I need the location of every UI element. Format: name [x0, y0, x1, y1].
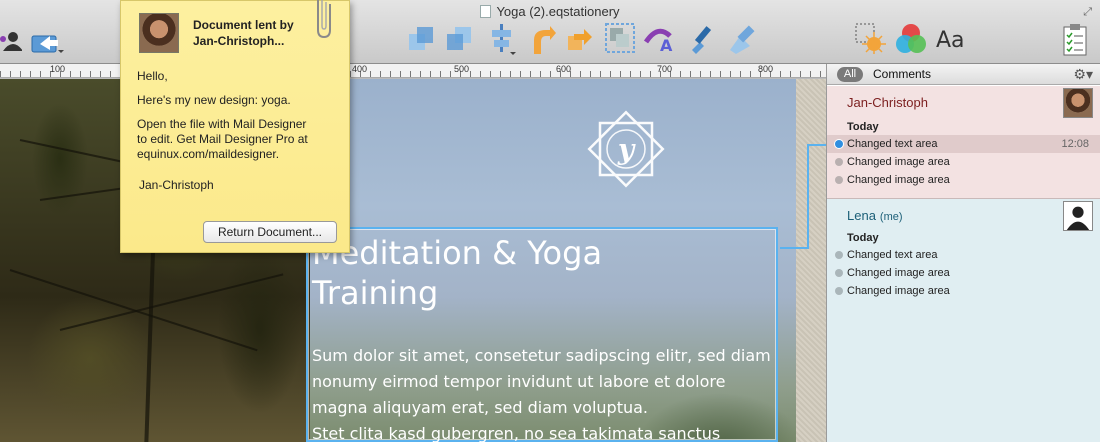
- user-comment-group: Lena (me) Today Changed text area Changed…: [827, 199, 1100, 442]
- change-item[interactable]: Changed text area 12:08: [827, 135, 1100, 153]
- comments-header: All Comments ⚙▾: [827, 64, 1100, 85]
- paperclip-icon: [317, 0, 331, 39]
- brush-icon[interactable]: [688, 22, 716, 54]
- ruler-label: 700: [657, 64, 673, 74]
- colors-icon[interactable]: [894, 22, 928, 56]
- share-icon[interactable]: [30, 30, 64, 54]
- ruler-label: 400: [352, 64, 368, 74]
- user-icon[interactable]: [0, 30, 22, 52]
- change-dot-icon: [835, 269, 843, 277]
- filter-all-button[interactable]: All: [837, 67, 863, 82]
- note-greeting: Hello,: [137, 69, 168, 83]
- headline-text[interactable]: Meditation & Yoga Training: [312, 233, 772, 313]
- checklist-icon[interactable]: [1062, 24, 1088, 56]
- body-line: Stet clita kasd gubergren, no sea takima…: [312, 424, 721, 442]
- change-dot-icon: [835, 158, 843, 166]
- note-line: Open the file with Mail Designer: [137, 117, 307, 131]
- change-dot-icon: [835, 287, 843, 295]
- linen-background: [796, 79, 826, 442]
- ruler-label: 800: [758, 64, 774, 74]
- body-line: Sum dolor sit amet, consetetur sadipscin…: [312, 346, 771, 365]
- ruler-label: 100: [50, 64, 66, 74]
- user-silhouette-icon: [1063, 201, 1093, 231]
- day-label: Today: [847, 121, 879, 133]
- change-item[interactable]: Changed text area: [827, 246, 1100, 264]
- note-line: to edit. Get Mail Designer Pro at: [137, 132, 308, 146]
- body-text[interactable]: Sum dolor sit amet, consetetur sadipscin…: [312, 343, 772, 442]
- user-name: Jan-Christoph: [847, 95, 928, 110]
- comments-sidebar: All Comments ⚙▾ Jan-Christoph Today Chan…: [826, 64, 1100, 442]
- rotate-icon[interactable]: [528, 24, 556, 56]
- lender-avatar: [139, 13, 179, 53]
- svg-text:A: A: [660, 36, 673, 54]
- change-item[interactable]: Changed image area: [827, 264, 1100, 282]
- change-item[interactable]: Changed image area: [827, 153, 1100, 171]
- headline-line: Training: [312, 274, 439, 312]
- comments-title: Comments: [873, 67, 932, 81]
- user-comment-group: Jan-Christoph Today Changed text area 12…: [827, 86, 1100, 199]
- text-style-icon[interactable]: A: [644, 24, 678, 54]
- headline-line: Meditation & Yoga: [312, 234, 603, 272]
- user-name: Lena (me): [847, 208, 903, 223]
- fullscreen-icon[interactable]: ⤢: [1083, 6, 1092, 19]
- document-icon: [480, 5, 492, 18]
- send-backward-icon[interactable]: [444, 24, 474, 54]
- logo-letter: y: [617, 133, 636, 166]
- body-line: nonumy eirmod tempor invidunt ut labore …: [312, 372, 726, 391]
- change-item[interactable]: Changed image area: [827, 282, 1100, 300]
- me-tag: (me): [879, 211, 903, 223]
- gear-icon[interactable]: ⚙▾: [1073, 66, 1093, 83]
- bring-forward-icon[interactable]: [406, 24, 436, 54]
- note-line: equinux.com/maildesigner.: [137, 147, 280, 161]
- change-item[interactable]: Changed image area: [827, 171, 1100, 189]
- user-avatar: [1063, 88, 1093, 118]
- return-document-button[interactable]: Return Document...: [203, 221, 337, 243]
- body-line: magna aliquyam erat, sed diam voluptua.: [312, 398, 648, 417]
- image-area-icon[interactable]: [854, 22, 886, 54]
- day-label: Today: [847, 232, 879, 244]
- fonts-button[interactable]: Aa: [936, 28, 965, 53]
- change-dot-icon: [835, 251, 843, 259]
- ruler-label: 500: [454, 64, 470, 74]
- align-icon[interactable]: [486, 22, 518, 56]
- forward-icon[interactable]: [566, 26, 594, 52]
- change-dot-icon: [835, 140, 843, 148]
- yoga-logo-badge[interactable]: y: [586, 109, 666, 189]
- group-icon[interactable]: [604, 22, 636, 54]
- change-dot-icon: [835, 176, 843, 184]
- paint-bucket-icon[interactable]: [724, 22, 758, 56]
- note-line: Here's my new design: yoga.: [137, 93, 291, 107]
- ruler-label: 600: [556, 64, 572, 74]
- note-title: Document lent by Jan-Christoph...: [193, 18, 294, 48]
- note-signature: Jan-Christoph: [139, 178, 214, 192]
